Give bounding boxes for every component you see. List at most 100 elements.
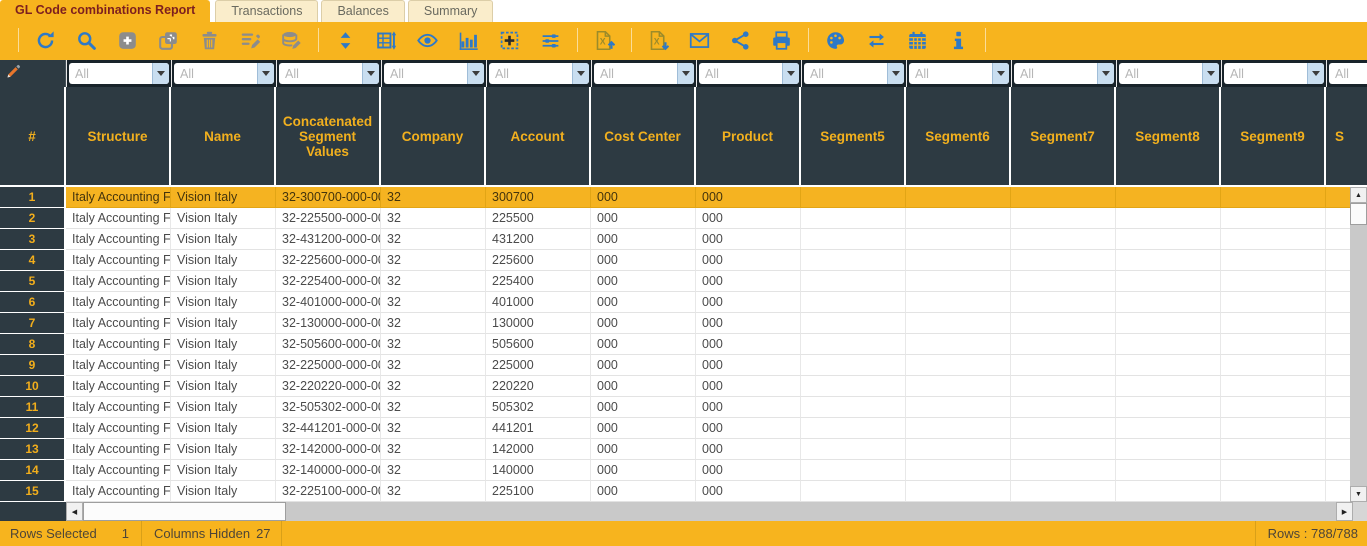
table-row[interactable]: 9 Italy Accounting F Vision Italy 32-225000… [0,355,1350,376]
filter-dropdown-segment6[interactable]: All [909,63,1009,84]
scroll-up-button[interactable]: ▲ [1350,187,1367,203]
header-product[interactable]: Product [696,87,801,187]
row-number[interactable]: 3 [0,229,66,250]
share-button[interactable] [720,22,761,58]
header-segment5[interactable]: Segment5 [801,87,906,187]
refresh-button[interactable] [25,22,66,58]
row-number[interactable]: 6 [0,292,66,313]
calendar-button[interactable] [897,22,938,58]
header-segment7[interactable]: Segment7 [1011,87,1116,187]
dropdown-arrow-button[interactable] [887,63,904,84]
header-segment9[interactable]: Segment9 [1221,87,1326,187]
filter-dropdown-partial[interactable]: All [1329,63,1367,84]
row-number[interactable]: 7 [0,313,66,334]
search-button[interactable] [66,22,107,58]
table-row[interactable]: 11 Italy Accounting F Vision Italy 32-50530… [0,397,1350,418]
tab-gl-code-combinations-report[interactable]: GL Code combinations Report [0,0,211,22]
row-number[interactable]: 15 [0,481,66,502]
filter-dropdown-segment7[interactable]: All [1014,63,1114,84]
table-row[interactable]: 14 Italy Accounting F Vision Italy 32-14000… [0,460,1350,481]
dropdown-arrow-button[interactable] [992,63,1009,84]
row-number[interactable]: 1 [0,187,66,208]
row-number[interactable]: 10 [0,376,66,397]
header-company[interactable]: Company [381,87,486,187]
column-visibility-button[interactable] [407,22,448,58]
row-number[interactable]: 13 [0,439,66,460]
dropdown-arrow-button[interactable] [1097,63,1114,84]
tab-summary[interactable]: Summary [407,0,494,22]
scroll-down-button[interactable]: ▼ [1350,486,1367,502]
excel-upload-button[interactable]: X [584,22,625,58]
filter-dropdown-name[interactable]: All [174,63,274,84]
header-name[interactable]: Name [171,87,276,187]
print-button[interactable] [761,22,802,58]
row-number[interactable]: 4 [0,250,66,271]
table-row[interactable]: 3 Italy Accounting F Vision Italy 32-431200… [0,229,1350,250]
header-partial-column[interactable]: S [1326,87,1367,187]
header-concatenated-segment-values[interactable]: Concatenated Segment Values [276,87,381,187]
table-row[interactable]: 7 Italy Accounting F Vision Italy 32-130000… [0,313,1350,334]
table-row[interactable]: 1 Italy Accounting F Vision Italy 32-300700… [0,187,1350,208]
dropdown-arrow-button[interactable] [782,63,799,84]
dropdown-arrow-button[interactable] [467,63,484,84]
row-number[interactable]: 11 [0,397,66,418]
delete-record-button[interactable] [189,22,230,58]
table-row[interactable]: 5 Italy Accounting F Vision Italy 32-225400… [0,271,1350,292]
row-number[interactable]: 12 [0,418,66,439]
edit-records-button[interactable] [230,22,271,58]
header-segment8[interactable]: Segment8 [1116,87,1221,187]
dropdown-arrow-button[interactable] [1307,63,1324,84]
header-structure[interactable]: Structure [66,87,171,187]
dropdown-arrow-button[interactable] [1202,63,1219,84]
row-number[interactable]: 5 [0,271,66,292]
row-number[interactable]: 8 [0,334,66,355]
dropdown-arrow-button[interactable] [362,63,379,84]
table-row[interactable]: 4 Italy Accounting F Vision Italy 32-225600… [0,250,1350,271]
filter-dropdown-cost-center[interactable]: All [594,63,694,84]
table-row[interactable]: 12 Italy Accounting F Vision Italy 32-44120… [0,418,1350,439]
mass-update-button[interactable] [271,22,312,58]
duplicate-record-button[interactable] [148,22,189,58]
filter-dropdown-segment5[interactable]: All [804,63,904,84]
chart-button[interactable] [448,22,489,58]
header-account[interactable]: Account [486,87,591,187]
row-number[interactable]: 2 [0,208,66,229]
header-row-number[interactable]: # [0,87,66,187]
swap-columns-button[interactable] [856,22,897,58]
horizontal-scrollbar[interactable]: ◀ ▶ [66,502,1367,521]
filter-dropdown-concatenated-segment-values[interactable]: All [279,63,379,84]
dropdown-arrow-button[interactable] [257,63,274,84]
palette-button[interactable] [815,22,856,58]
table-row[interactable]: 15 Italy Accounting F Vision Italy 32-22510… [0,481,1350,502]
row-height-button[interactable] [366,22,407,58]
vertical-scroll-thumb[interactable] [1350,203,1367,225]
email-button[interactable] [679,22,720,58]
table-row[interactable]: 10 Italy Accounting F Vision Italy 32-22022… [0,376,1350,397]
dropdown-arrow-button[interactable] [152,63,169,84]
filter-dropdown-structure[interactable]: All [69,63,169,84]
row-number[interactable]: 14 [0,460,66,481]
row-number[interactable]: 9 [0,355,66,376]
table-row[interactable]: 8 Italy Accounting F Vision Italy 32-505600… [0,334,1350,355]
filter-dropdown-company[interactable]: All [384,63,484,84]
scroll-right-button[interactable]: ▶ [1336,502,1353,521]
pivot-button[interactable] [489,22,530,58]
dropdown-arrow-button[interactable] [677,63,694,84]
add-record-button[interactable] [107,22,148,58]
vertical-scrollbar[interactable]: ▲ ▼ [1350,187,1367,502]
header-segment6[interactable]: Segment6 [906,87,1011,187]
horizontal-scroll-track[interactable] [286,502,1336,521]
header-cost-center[interactable]: Cost Center [591,87,696,187]
filter-dropdown-product[interactable]: All [699,63,799,84]
filter-settings-button[interactable] [530,22,571,58]
tab-transactions[interactable]: Transactions [215,0,319,22]
table-row[interactable]: 13 Italy Accounting F Vision Italy 32-14200… [0,439,1350,460]
table-row[interactable]: 6 Italy Accounting F Vision Italy 32-401000… [0,292,1350,313]
sort-button[interactable] [325,22,366,58]
table-row[interactable]: 2 Italy Accounting F Vision Italy 32-225500… [0,208,1350,229]
filter-edit-cell[interactable] [0,60,66,87]
filter-dropdown-segment8[interactable]: All [1119,63,1219,84]
scroll-left-button[interactable]: ◀ [66,502,83,521]
filter-dropdown-account[interactable]: All [489,63,589,84]
horizontal-scroll-thumb[interactable] [83,502,286,521]
